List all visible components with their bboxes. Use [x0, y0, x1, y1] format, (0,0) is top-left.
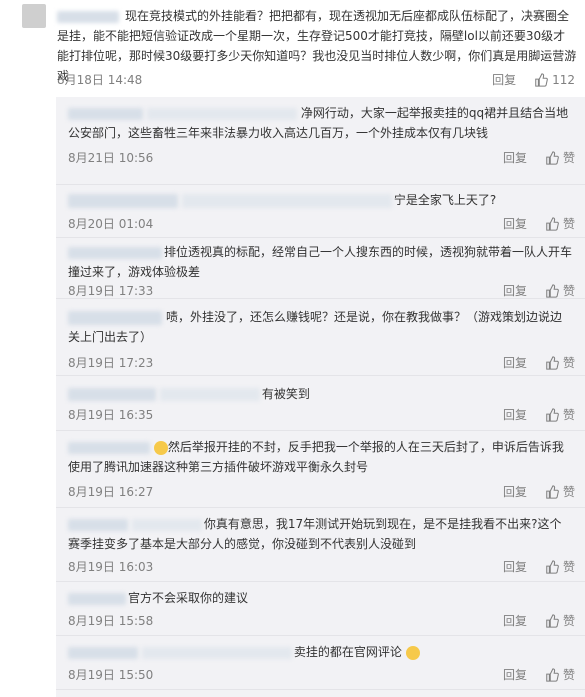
emoji-icon [405, 645, 420, 660]
blurred-username[interactable] [68, 441, 150, 454]
reply-button[interactable]: 回复 [503, 558, 527, 575]
reply-item: 啧，外挂没了，还怎么赚钱呢？还是说，你在教我做事？（游戏策划边说边关上门出去了）… [56, 299, 585, 376]
thumbs-up-icon [546, 667, 559, 682]
like-button[interactable]: 赞 [545, 612, 575, 629]
thumbs-up-icon [546, 407, 559, 422]
blurred-username[interactable] [68, 646, 138, 659]
reply-button[interactable]: 回复 [503, 406, 527, 423]
thumbs-up-icon [546, 613, 559, 628]
reply-text: 你真有意思，我17年测试开始玩到现在，是不是挂我看不出来?这个赛季挂变多了基本是… [68, 517, 562, 551]
reply-button[interactable]: 回复 [503, 483, 527, 500]
reply-item: 官方不会采取你的建议 8月19日 15:58 回复 赞 [56, 582, 585, 636]
reply-date: 8月19日 17:23 [68, 356, 154, 370]
main-comment: 现在竞技模式的外挂能看？把把都有，现在透视加无后座都成队伍标配了，决赛圈全是挂，… [0, 0, 585, 97]
like-button[interactable]: 赞 [545, 406, 575, 423]
reply-date: 8月19日 17:33 [68, 284, 154, 298]
thumbs-up-icon [546, 150, 559, 165]
blurred-username[interactable] [68, 193, 178, 208]
reply-button[interactable]: 回复 [492, 71, 516, 88]
reply-date: 8月19日 15:58 [68, 614, 154, 628]
thumbs-up-icon [546, 484, 559, 499]
comment-date: 8月18日 14:48 [57, 73, 143, 87]
reply-actions: 回复 赞 [503, 149, 575, 166]
reply-date: 8月20日 01:04 [68, 217, 154, 231]
blurred-username[interactable] [68, 518, 128, 531]
reply-actions: 回复 赞 [503, 215, 575, 232]
reply-text: 宁是全家飞上天了? [68, 190, 573, 210]
reply-text: 有被笑到 [68, 384, 573, 404]
reply-button[interactable]: 回复 [503, 354, 527, 371]
reply-item: 卖挂的都在官网评论 8月19日 15:50 回复 赞 [56, 636, 585, 690]
reply-button[interactable]: 回复 [503, 612, 527, 629]
reply-button[interactable]: 回复 [503, 149, 527, 166]
reply-list: 净网行动，大家一起举报卖挂的qq裙并且结合当地公安部门，这些畜牲三年来非法暴力收… [56, 97, 585, 697]
like-button[interactable]: 赞 [545, 282, 575, 299]
blurred-username[interactable] [57, 10, 119, 23]
thumbs-up-icon [546, 559, 559, 574]
reply-item: 然后举报开挂的不封，反手把我一个举报的人在三天后封了，申诉后告诉我使用了腾讯加速… [56, 431, 585, 508]
reply-button[interactable]: 回复 [503, 215, 527, 232]
reply-text: 啧，外挂没了，还怎么赚钱呢？还是说，你在教我做事？（游戏策划边说边关上门出去了） [68, 310, 563, 344]
blurred-username[interactable] [68, 107, 143, 120]
blurred-username[interactable] [68, 310, 162, 325]
reply-actions: 回复 赞 [503, 612, 575, 629]
reply-actions: 回复 赞 [503, 406, 575, 423]
like-button[interactable]: 赞 [545, 354, 575, 371]
reply-date: 8月21日 10:56 [68, 151, 154, 165]
like-button[interactable]: 赞 [545, 558, 575, 575]
blurred-username[interactable] [68, 246, 162, 259]
reply-item: 你真有意思，我17年测试开始玩到现在，是不是挂我看不出来?这个赛季挂变多了基本是… [56, 508, 585, 582]
reply-text: 卖挂的都在官网评论 [68, 642, 573, 662]
like-count: 112 [552, 72, 575, 87]
reply-text: 排位透视真的标配，经常自己一个人搜东西的时候，透视狗就带着一队人开车撞过来了，游… [68, 245, 573, 279]
reply-actions: 回复 赞 [503, 558, 575, 575]
blurred-username[interactable] [68, 592, 126, 605]
smile-emoji-icon [153, 440, 168, 455]
reply-actions: 回复 赞 [503, 483, 575, 500]
like-button[interactable]: 赞 [545, 149, 575, 166]
like-button[interactable]: 赞 [545, 483, 575, 500]
like-button[interactable]: 赞 [545, 215, 575, 232]
reply-date: 8月19日 16:27 [68, 485, 154, 499]
reply-item: 净网行动，大家一起举报卖挂的qq裙并且结合当地公安部门，这些畜牲三年来非法暴力收… [56, 97, 585, 185]
reply-actions: 回复 赞 [503, 666, 575, 683]
reply-text: 净网行动，大家一起举报卖挂的qq裙并且结合当地公安部门，这些畜牲三年来非法暴力收… [68, 106, 569, 140]
reply-text: 官方不会采取你的建议 [68, 588, 573, 608]
reply-item: 排位透视真的标配，经常自己一个人搜东西的时候，透视狗就带着一队人开车撞过来了，游… [56, 238, 585, 299]
reply-item: 有被笑到 8月19日 16:35 回复 赞 [56, 376, 585, 431]
reply-date: 8月19日 15:50 [68, 668, 154, 682]
blurred-username[interactable] [68, 388, 156, 401]
reply-text: 然后举报开挂的不封，反手把我一个举报的人在三天后封了，申诉后告诉我使用了腾讯加速… [68, 440, 564, 474]
thumbs-up-icon [535, 72, 548, 87]
reply-button[interactable]: 回复 [503, 666, 527, 683]
like-button[interactable]: 赞 [545, 666, 575, 683]
reply-date: 8月19日 16:03 [68, 560, 154, 574]
like-button[interactable]: 112 [534, 73, 575, 87]
reply-actions: 回复 赞 [503, 282, 575, 299]
reply-button[interactable]: 回复 [503, 282, 527, 299]
thumbs-up-icon [546, 216, 559, 231]
reply-item: 宁是全家飞上天了? 8月20日 01:04 回复 赞 [56, 185, 585, 238]
thumbs-up-icon [546, 355, 559, 370]
reply-date: 8月19日 16:35 [68, 408, 154, 422]
comment-actions: 回复 112 [492, 71, 575, 88]
avatar[interactable] [22, 4, 46, 28]
reply-actions: 回复 赞 [503, 354, 575, 371]
thumbs-up-icon [546, 283, 559, 298]
